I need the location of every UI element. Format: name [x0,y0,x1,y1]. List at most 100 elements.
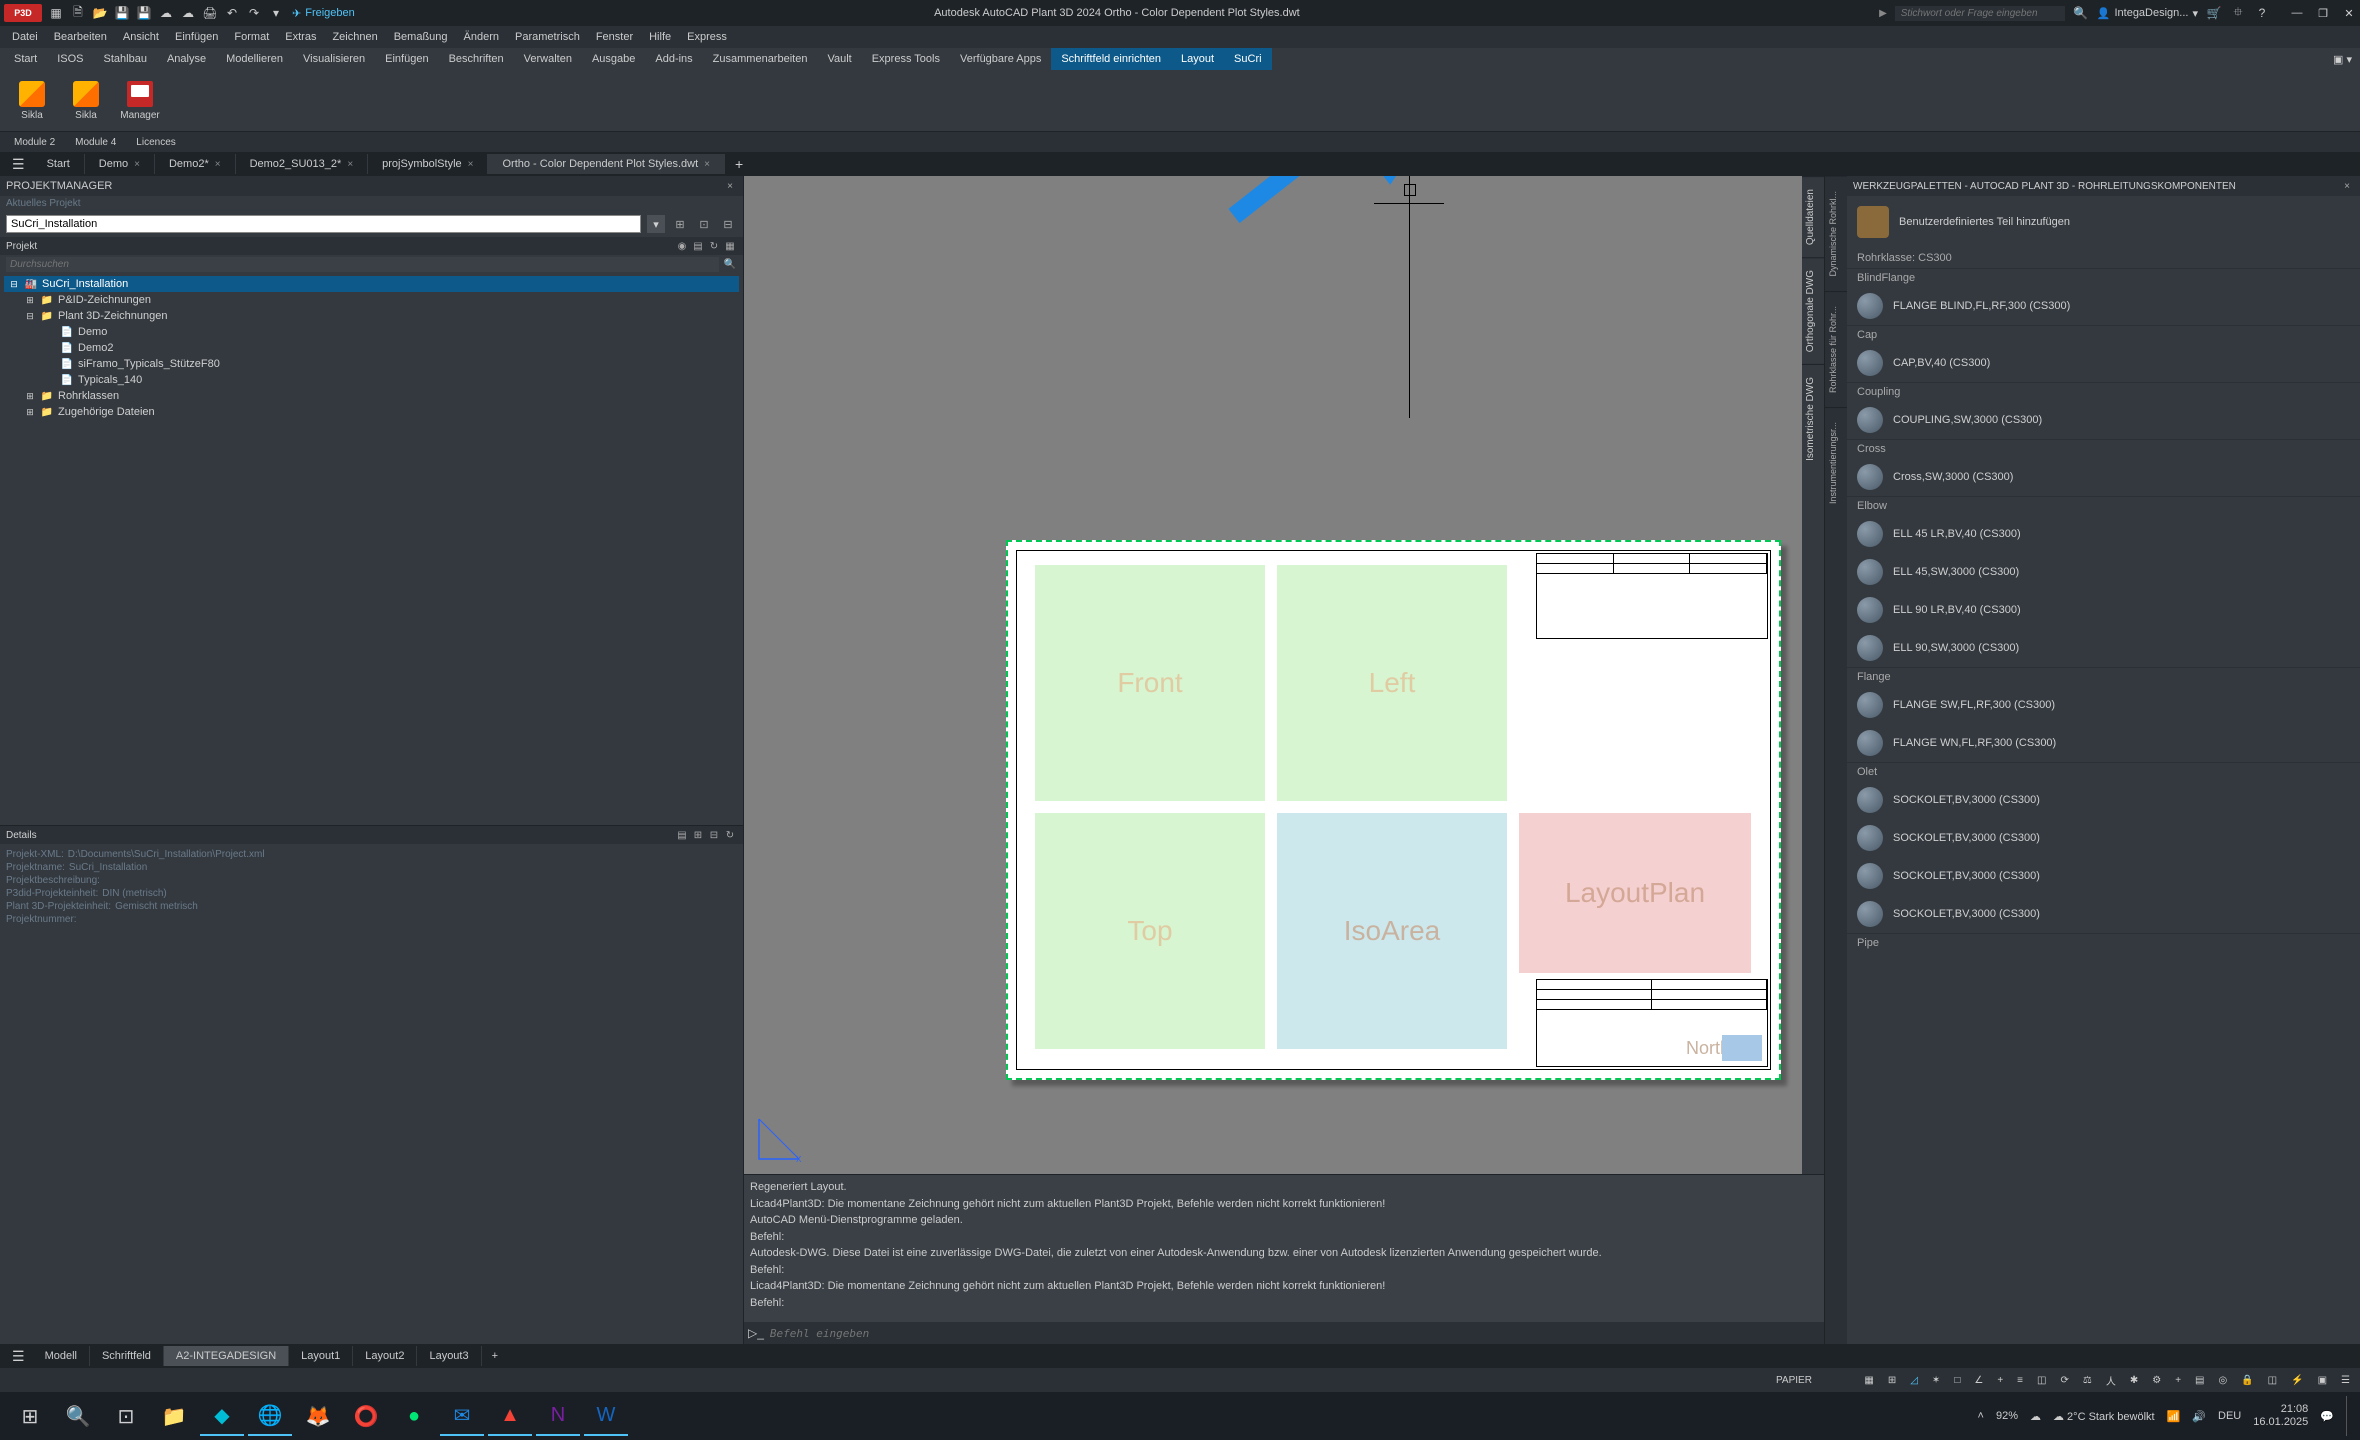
viewport-top[interactable]: Top [1035,813,1265,1049]
ribbon-tab-start[interactable]: Start [4,48,47,70]
menu-fenster[interactable]: Fenster [588,28,641,46]
notifications-icon[interactable]: 💬 [2320,1410,2334,1423]
pm-refresh-icon[interactable]: ↻ [707,239,721,253]
ribbon-tab-stahlbau[interactable]: Stahlbau [94,48,157,70]
pm-det-ico1[interactable]: ▤ [675,828,689,842]
doc-tab[interactable]: Demo× [85,154,155,174]
palette-item[interactable]: COUPLING,SW,3000 (CS300) [1847,401,2360,439]
saveas-icon[interactable]: 💾 [136,5,152,21]
layout-menu-icon[interactable]: ☰ [4,1348,33,1365]
ribbon-tab-analyse[interactable]: Analyse [157,48,216,70]
chrome-icon[interactable]: ⭕ [344,1396,388,1436]
workspace-toggle[interactable]: ⚙ [2148,1373,2165,1388]
doc-tab-close-icon[interactable]: × [468,159,474,170]
clean-screen[interactable]: ▣ [2314,1373,2331,1388]
pm-search-icon[interactable]: 🔍 [723,258,737,272]
drawing-type-tab[interactable]: Quelldateien [1802,176,1824,257]
palette-item[interactable]: CAP,BV,40 (CS300) [1847,344,2360,382]
new-icon[interactable]: 🗎 [70,5,86,21]
palette-item[interactable]: Cross,SW,3000 (CS300) [1847,458,2360,496]
tree-item[interactable]: ⊞Rohrklassen [4,388,739,404]
pm-view2-icon[interactable]: ▤ [691,239,705,253]
doc-tab-close-icon[interactable]: × [134,159,140,170]
doc-tab[interactable]: Demo2_SU013_2*× [236,154,369,174]
layout-tab[interactable]: A2-INTEGADESIGN [164,1346,289,1366]
cycling-toggle[interactable]: ⟳ [2056,1373,2072,1388]
cart-icon[interactable]: 🛒 [2206,5,2222,21]
command-input[interactable] [770,1327,1820,1340]
doc-tab-menu-icon[interactable]: ☰ [4,156,33,173]
save-icon[interactable]: 💾 [114,5,130,21]
search-icon[interactable]: 🔍 [2073,5,2089,21]
open-icon[interactable]: 📂 [92,5,108,21]
doc-tab[interactable]: Ortho - Color Dependent Plot Styles.dwt× [488,154,725,174]
units-toggle[interactable]: ▤ [2191,1373,2208,1388]
firefox-icon[interactable]: 🦊 [296,1396,340,1436]
add-layout-button[interactable]: + [482,1350,508,1362]
pm-tool2-icon[interactable]: ⊡ [695,215,713,233]
ribbon-tab-ausgabe[interactable]: Ausgabe [582,48,645,70]
help-icon[interactable]: ? [2254,5,2270,21]
tree-expand-icon[interactable]: ⊞ [24,295,36,306]
autodesk-icon[interactable]: ⯐ [2230,5,2246,21]
ribbon-tab-vault[interactable]: Vault [817,48,861,70]
quick-prop[interactable]: ◎ [2214,1373,2231,1388]
edge-icon[interactable]: 🌐 [248,1396,292,1436]
weather-widget[interactable]: ☁ 2°C Stark bewölkt [2053,1410,2155,1423]
pm-close-icon[interactable]: × [723,179,737,193]
help-search-input[interactable] [1895,6,2065,21]
space-toggle[interactable]: PAPIER [6,1373,1816,1388]
user-menu[interactable]: 👤 IntegaDesign... ▾ [2097,7,2198,20]
ribbon-tab-schriftfeld-einrichten[interactable]: Schriftfeld einrichten [1051,48,1171,70]
palette-tab[interactable]: Dynamische Rohrkl... [1825,176,1847,291]
ribbon-btn-manager[interactable]: Manager [114,72,166,130]
customize[interactable]: ☰ [2337,1373,2354,1388]
project-select-input[interactable] [6,215,641,233]
palette-add-custom[interactable]: Benutzerdefiniertes Teil hinzufügen [1847,196,2360,248]
ribbon-tab-layout[interactable]: Layout [1171,48,1224,70]
doc-tab-close-icon[interactable]: × [347,159,353,170]
pm-tool1-icon[interactable]: ⊞ [671,215,689,233]
onenote-icon[interactable]: N [536,1396,580,1436]
cloud-open-icon[interactable]: ☁ [158,5,174,21]
pm-tool3-icon[interactable]: ⊟ [719,215,737,233]
dynamics-icon[interactable]: ◆ [200,1396,244,1436]
paper-sheet[interactable]: North FrontLeftTopIsoAreaLayoutPlan [1006,540,1781,1080]
transparency-toggle[interactable]: ◫ [2033,1373,2050,1388]
print-icon[interactable]: 🖨 [202,5,218,21]
tree-item[interactable]: ⊞P&ID-Zeichnungen [4,292,739,308]
layout-tab[interactable]: Modell [33,1346,90,1366]
qat-dropdown-icon[interactable]: ▾ [268,5,284,21]
new-doc-button[interactable]: + [725,156,753,172]
anno-scale[interactable]: 人 [2102,1371,2120,1390]
tree-item[interactable]: ⊞Zugehörige Dateien [4,404,739,420]
palette-item[interactable]: SOCKOLET,BV,3000 (CS300) [1847,857,2360,895]
ribbon-tab-verfügbare-apps[interactable]: Verfügbare Apps [950,48,1051,70]
tree-expand-icon[interactable]: ⊟ [24,311,36,322]
ribbon-tab-isos[interactable]: ISOS [47,48,93,70]
menu-einfügen[interactable]: Einfügen [167,28,226,46]
menu-format[interactable]: Format [226,28,277,46]
lock-ui[interactable]: 🔒 [2237,1373,2257,1388]
doc-tab[interactable]: Demo2*× [155,154,236,174]
snap-toggle[interactable]: ⊞ [1884,1373,1900,1388]
lwt-toggle[interactable]: ≡ [2013,1373,2027,1388]
menu-express[interactable]: Express [679,28,735,46]
palette-item[interactable]: SOCKOLET,BV,3000 (CS300) [1847,895,2360,933]
pm-det-ico4[interactable]: ↻ [723,828,737,842]
ribbon-tab-visualisieren[interactable]: Visualisieren [293,48,375,70]
search-taskbar-icon[interactable]: 🔍 [56,1396,100,1436]
cloud-save-icon[interactable]: ☁ [180,5,196,21]
tree-item[interactable]: ⊟Plant 3D-Zeichnungen [4,308,739,324]
network-icon[interactable]: 📶 [2167,1410,2181,1423]
annotation-monitor[interactable]: + [2171,1373,2185,1388]
anno-vis[interactable]: ✱ [2126,1373,2142,1388]
pm-det-ico2[interactable]: ⊞ [691,828,705,842]
tree-item[interactable]: siFramo_Typicals_StützeF80 [4,356,739,372]
tree-expand-icon[interactable]: ⊟ [8,279,20,290]
palette-item[interactable]: ELL 45,SW,3000 (CS300) [1847,553,2360,591]
palette-tab[interactable]: Rohrklasse für Rohr... [1825,291,1847,407]
ribbon-tab-einfügen[interactable]: Einfügen [375,48,438,70]
palette-item[interactable]: SOCKOLET,BV,3000 (CS300) [1847,781,2360,819]
ribbon-tab-add-ins[interactable]: Add-ins [645,48,702,70]
